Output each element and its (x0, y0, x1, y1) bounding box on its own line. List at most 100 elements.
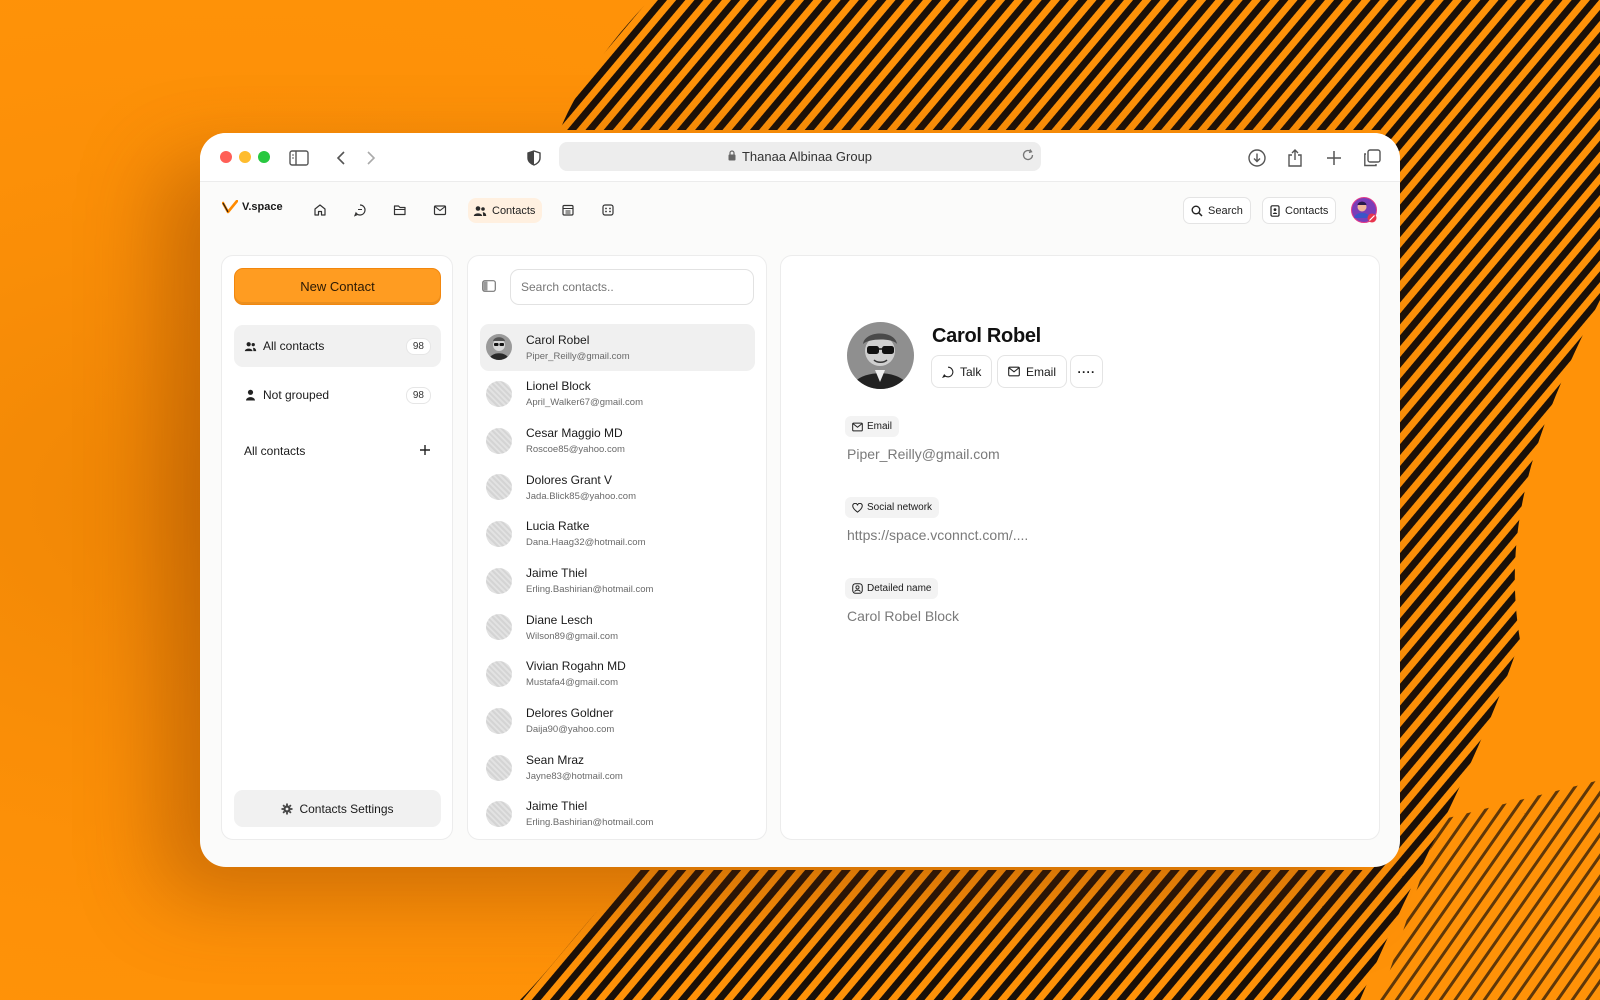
panel-toggle-icon[interactable] (482, 279, 496, 297)
contact-name: Cesar Maggio MD (526, 425, 623, 440)
chat-icon[interactable] (349, 199, 371, 221)
social-network-field-value: https://space.vconnct.com/.... (847, 527, 1029, 543)
nav-contacts-label: Contacts (492, 204, 536, 217)
contact-row[interactable]: Carol Robel Piper_Reilly@gmail.com (480, 324, 755, 371)
browser-window: Thanaa Albinaa Group V.space Contacts Se… (200, 133, 1400, 867)
maximize-window-button[interactable] (258, 151, 270, 163)
contact-avatar (486, 427, 512, 454)
contacts-group-icon (244, 341, 257, 351)
contacts-settings-label: Contacts Settings (299, 801, 394, 816)
contact-row[interactable]: Lucia Ratke Dana.Haag32@hotmail.com (480, 511, 755, 558)
contacts-group-icon (473, 205, 487, 216)
id-icon (852, 583, 863, 594)
contact-row[interactable]: Diane Lesch Wilson89@gmail.com (480, 604, 755, 651)
field-tag-label: Social network (867, 502, 933, 513)
search-contacts-input[interactable] (510, 269, 754, 305)
group-label: All contacts (263, 339, 325, 353)
email-button[interactable]: Email (997, 355, 1068, 388)
nav-contacts-tab[interactable]: Contacts (468, 198, 543, 223)
heart-icon (852, 502, 863, 513)
reload-icon[interactable] (1021, 148, 1035, 165)
contact-name: Diane Lesch (526, 612, 593, 627)
address-bar[interactable]: Thanaa Albinaa Group (559, 142, 1041, 171)
more-options-button[interactable]: ···· (1070, 355, 1103, 388)
minimize-window-button[interactable] (239, 151, 251, 163)
folder-icon[interactable] (389, 199, 411, 221)
lock-icon (728, 149, 736, 164)
contact-avatar (486, 661, 512, 688)
sidebar-toggle-icon[interactable] (287, 146, 311, 170)
group-count-badge: 98 (405, 386, 431, 404)
apps-grid-icon[interactable] (597, 199, 619, 221)
contacts-button[interactable]: Contacts (1262, 197, 1337, 224)
contact-row[interactable]: Lionel Block April_Walker67@gmail.com (480, 371, 755, 418)
contact-row[interactable]: Jaime Thiel Erling.Bashirian@hotmail.com (480, 791, 755, 838)
search-button[interactable]: Search (1183, 197, 1251, 224)
contact-row[interactable]: Jaime Thiel Erling.Bashirian@hotmail.com (480, 557, 755, 604)
contact-name: Jaime Thiel (526, 799, 588, 814)
contact-name: Carol Robel (526, 332, 590, 347)
email-field-tag: Email (845, 416, 900, 437)
contact-email: Wilson89@gmail.com (526, 630, 619, 642)
brand-logo[interactable]: V.space (222, 200, 283, 214)
field-tag-label: Email (867, 421, 893, 432)
social-network-field-tag: Social network (845, 497, 940, 518)
contact-email: Jada.Blick85@yahoo.com (526, 490, 636, 502)
group-not-grouped[interactable]: Not grouped 98 (234, 374, 441, 416)
home-icon[interactable] (309, 199, 331, 221)
contact-avatar (486, 754, 512, 781)
app-navbar: V.space Contacts Search Contacts (200, 182, 1400, 237)
contact-email: Roscoe85@yahoo.com (526, 443, 625, 455)
field-tag-label: Detailed name (867, 583, 932, 594)
contact-avatar (486, 801, 512, 828)
address-bar-text: Thanaa Albinaa Group (741, 149, 873, 164)
contact-email: April_Walker67@gmail.com (526, 397, 643, 409)
mail-icon[interactable] (429, 199, 451, 221)
tabs-overview-icon[interactable] (1360, 146, 1384, 170)
calendar-icon[interactable] (557, 199, 579, 221)
add-group-icon[interactable] (417, 442, 433, 458)
contact-row[interactable]: Sean Mraz Jayne83@hotmail.com (480, 744, 755, 791)
talk-button[interactable]: Talk (931, 355, 993, 388)
user-avatar[interactable] (1351, 197, 1377, 223)
contact-email: Daija90@yahoo.com (526, 724, 615, 736)
search-icon (1191, 205, 1203, 217)
detailed-name-field-value: Carol Robel Block (847, 608, 960, 624)
download-icon[interactable] (1245, 146, 1269, 170)
share-icon[interactable] (1283, 146, 1307, 170)
contact-name: Dolores Grant V (526, 472, 613, 487)
contact-detail-avatar (847, 322, 914, 389)
contact-name: Sean Mraz (526, 752, 585, 767)
more-options-icon: ···· (1077, 364, 1096, 379)
group-label: Not grouped (263, 388, 330, 402)
group-all-contacts[interactable]: All contacts 98 (234, 325, 441, 367)
contact-name: Jaime Thiel (526, 566, 588, 581)
contact-name: Vivian Rogahn MD (526, 659, 626, 674)
detailed-name-field-tag: Detailed name (845, 578, 939, 599)
shield-icon[interactable] (522, 146, 546, 170)
contact-list-panel: Carol Robel Piper_Reilly@gmail.com Lione… (467, 255, 767, 840)
groups-section-label: All contacts (244, 444, 306, 458)
contact-row[interactable]: Vivian Rogahn MD Mustafa4@gmail.com (480, 651, 755, 698)
back-icon[interactable] (329, 146, 353, 170)
contact-email: Erling.Bashirian@hotmail.com (526, 817, 654, 829)
new-tab-icon[interactable] (1322, 146, 1346, 170)
new-contact-button[interactable]: New Contact (234, 268, 441, 305)
contact-email: Erling.Bashirian@hotmail.com (526, 584, 654, 596)
contact-avatar (486, 381, 512, 408)
contacts-settings-button[interactable]: Contacts Settings (234, 790, 441, 827)
close-window-button[interactable] (220, 151, 232, 163)
forward-icon[interactable] (359, 146, 383, 170)
contact-row[interactable]: Dolores Grant V Jada.Blick85@yahoo.com (480, 464, 755, 511)
contact-avatar (486, 521, 512, 548)
contact-row[interactable]: Delores Goldner Daija90@yahoo.com (480, 698, 755, 745)
brand-name: V.space (242, 201, 283, 213)
contact-list: Carol Robel Piper_Reilly@gmail.com Lione… (480, 324, 755, 838)
person-icon (246, 389, 255, 401)
contact-email: Jayne83@hotmail.com (526, 770, 623, 782)
email-field-value: Piper_Reilly@gmail.com (847, 446, 1000, 462)
contact-detail-name: Carol Robel (932, 325, 1041, 347)
chat-icon (942, 366, 954, 378)
email-button-label: Email (1026, 364, 1057, 379)
contact-row[interactable]: Cesar Maggio MD Roscoe85@yahoo.com (480, 417, 755, 464)
